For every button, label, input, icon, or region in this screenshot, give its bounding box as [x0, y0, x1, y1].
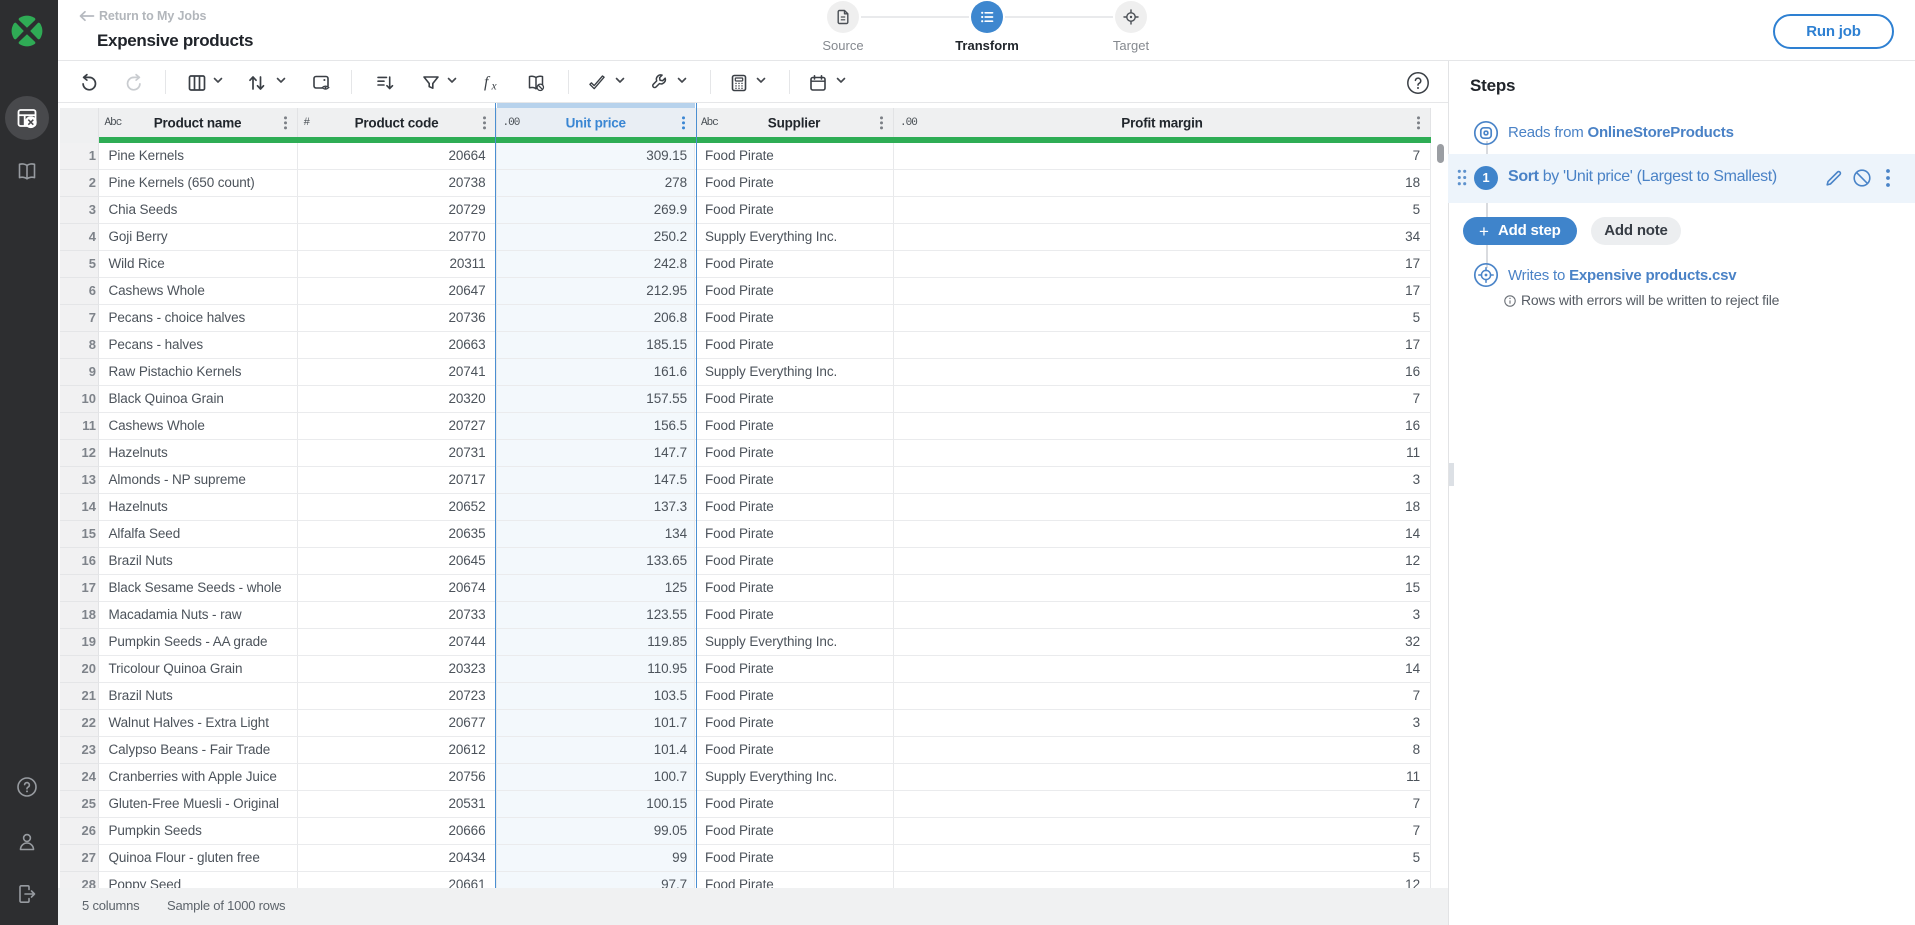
svg-text:x: x — [491, 81, 498, 93]
svg-text:f: f — [484, 74, 491, 91]
